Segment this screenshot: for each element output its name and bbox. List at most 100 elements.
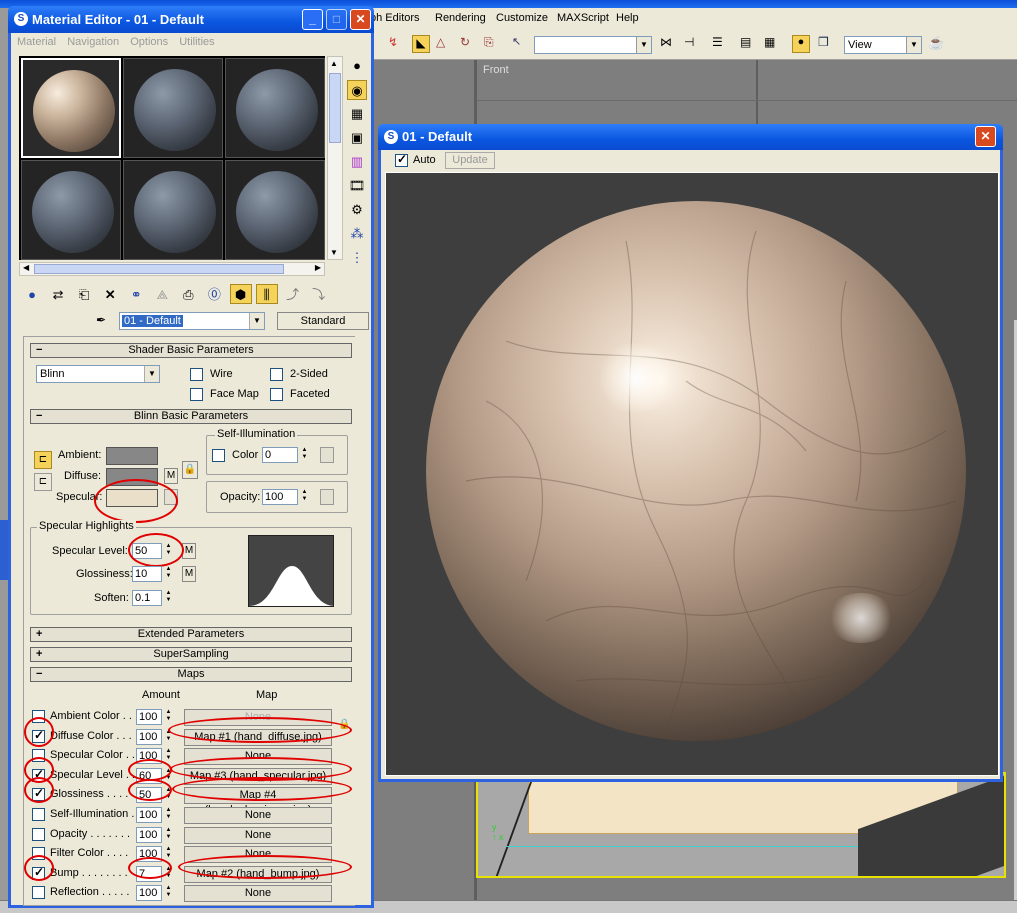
map-enable-checkbox[interactable] [32, 847, 45, 860]
sample-slot-4[interactable] [21, 160, 121, 260]
map-amount-field[interactable]: 100 [136, 729, 162, 745]
spinner-icon[interactable]: ▲ ▼ [164, 709, 173, 725]
scroll-right-icon[interactable]: ▶ [315, 263, 321, 272]
spinner-icon[interactable]: ▲ ▼ [164, 566, 173, 582]
curve-editor-icon[interactable]: ▤ [740, 35, 758, 53]
lock-ambient-diffuse-icon[interactable]: ⊏ [34, 451, 52, 469]
put-to-library-icon[interactable]: ⎙ [177, 285, 199, 305]
render-view-combo[interactable]: View ▼ [844, 36, 922, 54]
lock-icon[interactable]: 🔒 [182, 461, 198, 479]
map-amount-field[interactable]: 50 [136, 787, 162, 803]
rollout-supersampling[interactable]: + SuperSampling [30, 647, 352, 662]
map-enable-checkbox[interactable] [32, 728, 45, 743]
material-editor-icon[interactable]: ● [792, 35, 810, 53]
map-enable-checkbox[interactable] [32, 710, 45, 723]
options-icon[interactable]: ⚙ [347, 200, 367, 220]
specular-color-swatch[interactable] [106, 489, 158, 507]
self-illum-value-field[interactable]: 0 [262, 447, 298, 463]
rollout-extended[interactable]: + Extended Parameters [30, 627, 352, 642]
maximize-button[interactable]: □ [326, 9, 347, 30]
rollout-blinn-basic[interactable]: − Blinn Basic Parameters [30, 409, 352, 424]
map-enable-checkbox[interactable] [32, 886, 45, 899]
material-id-icon[interactable]: ⓪ [203, 285, 225, 305]
auto-checkbox[interactable] [395, 152, 408, 167]
material-map-navigator-icon[interactable]: ⋮ [347, 248, 367, 268]
sample-slot-1[interactable] [21, 58, 121, 158]
map-amount-field[interactable]: 100 [136, 807, 162, 823]
spinner-icon[interactable]: ▲ ▼ [300, 489, 309, 505]
map-amount-field[interactable]: 60 [136, 768, 162, 784]
map-slot-button[interactable]: None [184, 846, 332, 863]
close-button[interactable]: ✕ [350, 9, 371, 30]
material-editor-titlebar[interactable]: S Material Editor - 01 - Default _ □ ✕ [8, 6, 374, 33]
map-slot-button[interactable]: Map #4 (hand_glossiness.jpg) [184, 787, 332, 816]
glossiness-map-button[interactable]: M [182, 566, 196, 582]
spinner-icon[interactable]: ▲ ▼ [164, 590, 173, 606]
map-amount-field[interactable]: 100 [136, 885, 162, 901]
menu-help[interactable]: Help [616, 12, 639, 24]
sample-slot-5[interactable] [123, 160, 223, 260]
map-amount-field[interactable]: 100 [136, 748, 162, 764]
spinner-snap-icon[interactable]: ↻ [460, 35, 478, 53]
map-slot-button[interactable]: None [184, 709, 332, 726]
get-material-icon[interactable]: ● [21, 285, 43, 305]
lock-diffuse-specular-icon[interactable]: ⊏ [34, 473, 52, 491]
show-map-in-viewport-icon[interactable]: ⬢ [229, 284, 252, 304]
map-slot-button[interactable]: Map #3 (hand_specular.jpg) [184, 768, 332, 785]
scroll-thumb[interactable] [329, 73, 341, 143]
shader-type-dropdown[interactable]: Blinn ▼ [36, 365, 160, 383]
mirror-icon[interactable]: ⋈ [660, 35, 678, 53]
map-enable-checkbox[interactable] [32, 865, 45, 880]
specular-level-map-button[interactable]: M [182, 543, 196, 559]
align-icon[interactable]: ⊣ [684, 35, 702, 53]
menu-rendering[interactable]: Rendering [435, 12, 486, 24]
assign-material-icon[interactable]: ⎗ [73, 285, 95, 305]
specular-level-field[interactable]: 50 [132, 543, 162, 559]
map-enable-checkbox[interactable] [32, 808, 45, 821]
map-slot-button[interactable]: None [184, 885, 332, 902]
glossiness-field[interactable]: 10 [132, 566, 162, 582]
spinner-icon[interactable]: ▲ ▼ [164, 827, 173, 843]
make-unique-icon[interactable]: ⟁ [151, 285, 173, 305]
go-forward-sibling-icon[interactable]: ⤵ [308, 285, 330, 305]
map-enable-checkbox[interactable] [32, 767, 45, 782]
menu-utilities[interactable]: Utilities [179, 36, 214, 48]
opacity-map-button[interactable] [320, 489, 334, 505]
chevron-down-icon[interactable]: ▼ [144, 366, 159, 382]
map-slot-button[interactable]: Map #1 (hand_diffuse.jpg) [184, 729, 332, 746]
soften-field[interactable]: 0.1 [132, 590, 162, 606]
maps-lock-icon[interactable]: 🔒 [338, 719, 350, 730]
scroll-up-icon[interactable]: ▲ [330, 59, 338, 68]
scroll-left-icon[interactable]: ◀ [23, 263, 29, 272]
perspective-viewport[interactable]: y ↑ x [476, 772, 1006, 878]
preview-titlebar[interactable]: S 01 - Default ✕ [378, 124, 1003, 150]
map-amount-field[interactable]: 100 [136, 827, 162, 843]
two-sided-checkbox[interactable] [270, 368, 283, 381]
schematic-view-icon[interactable]: ▦ [764, 35, 782, 53]
minimize-button[interactable]: _ [302, 9, 323, 30]
menu-options[interactable]: Options [130, 36, 168, 48]
wire-checkbox[interactable] [190, 368, 203, 381]
named-selection-icon[interactable]: ⎘ [484, 35, 502, 53]
make-preview-icon[interactable]: 🎞 [347, 176, 367, 196]
slots-vertical-scrollbar[interactable]: ▲ ▼ [327, 56, 343, 260]
spinner-icon[interactable]: ▲ ▼ [164, 846, 173, 862]
menu-graph-editors[interactable]: ph Editors [370, 12, 420, 24]
angle-snap-icon[interactable]: ◣ [412, 35, 430, 53]
put-material-icon[interactable]: ⇄ [47, 285, 69, 305]
copy-material-icon[interactable]: ⚭ [125, 285, 147, 305]
self-illum-map-button[interactable] [320, 447, 334, 463]
scroll-down-icon[interactable]: ▼ [330, 248, 338, 257]
quick-render-icon[interactable]: ☕ [928, 35, 946, 53]
select-by-material-icon[interactable]: ⁂ [347, 224, 367, 244]
reset-map-icon[interactable]: ✕ [99, 285, 121, 305]
spinner-icon[interactable]: ▲ ▼ [164, 787, 173, 803]
self-illum-color-checkbox[interactable] [212, 449, 225, 462]
spinner-icon[interactable]: ▲ ▼ [164, 807, 173, 823]
material-type-button[interactable]: Standard [277, 312, 369, 330]
video-color-check-icon[interactable]: ▥ [347, 152, 367, 172]
specular-map-button[interactable] [164, 489, 178, 505]
spinner-icon[interactable]: ▲ ▼ [300, 447, 309, 463]
map-enable-checkbox[interactable] [32, 786, 45, 801]
slots-horizontal-scrollbar[interactable]: ◀ ▶ [19, 262, 325, 276]
